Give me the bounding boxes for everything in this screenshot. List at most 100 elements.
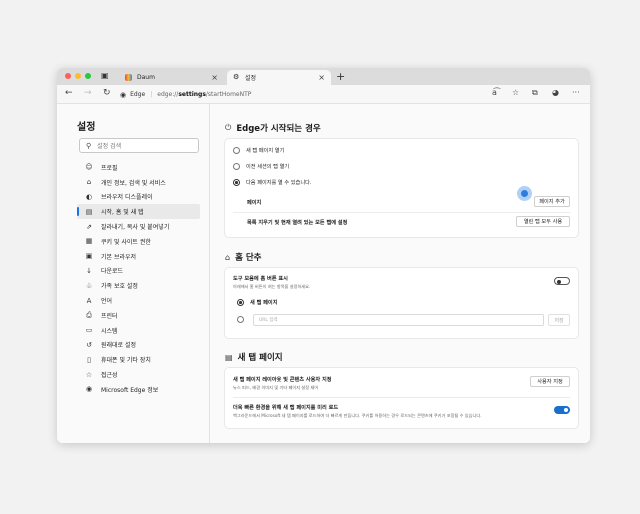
startup-option-newtab[interactable]: 새 탭 페이지 열기 <box>233 147 284 154</box>
sidebar-item-default-browser[interactable]: ▣ 기본 브라우저 <box>77 249 200 264</box>
url-text: edge://settings/startHomeNTP <box>157 91 252 98</box>
sidebar-item-accessibility[interactable]: ☆ 접근성 <box>77 367 200 382</box>
cookie-icon: ▦ <box>85 237 93 246</box>
radio-button[interactable] <box>237 316 244 323</box>
settings-main: ⏻ Edge가 시작되는 경우 새 탭 페이지 열기 이전 세션의 탭 열기 다음… <box>210 104 590 443</box>
browser-window: ▣ Daum × ⚙ 설정 × + ← → ↻ ◉ Edge | edge://… <box>57 68 590 443</box>
tab-bar: ▣ Daum × ⚙ 설정 × + <box>57 68 590 85</box>
sidebar-item-languages[interactable]: A 언어 <box>77 293 200 308</box>
collections-icon[interactable]: ⧉ <box>532 88 538 98</box>
settings-search-input[interactable]: ⚲ 설정 검색 <box>79 138 199 153</box>
preload-sub: 백그라운드에서 Microsoft 새 탭 페이지를 로드하여 더 빠르게 만듭… <box>233 413 482 418</box>
edge-icon: ◉ <box>85 385 93 394</box>
address-bar-row: ← → ↻ ◉ Edge | edge://settings/startHome… <box>57 85 590 104</box>
tab-actions-icon[interactable]: ▣ <box>101 71 113 81</box>
reset-icon: ↺ <box>86 340 92 349</box>
read-aloud-icon[interactable]: a͡ <box>492 88 497 97</box>
replace-pages-label: 목록 지우기 및 현재 열려 있는 모든 탭에 설정 <box>247 220 348 226</box>
tab-daum[interactable]: Daum × <box>119 70 224 85</box>
system-icon: ▭ <box>85 326 93 335</box>
home-option-newtab[interactable]: 새 탭 페이지 <box>237 299 277 306</box>
home-card: 도구 모음에 홈 버튼 표시 아래에서 홈 버튼이 여는 항목을 설정하세요. … <box>225 268 578 338</box>
sidebar-item-start-home-newtab[interactable]: ▤ 시작, 홈 및 새 탭 <box>77 204 200 220</box>
lock-icon: ⌂ <box>86 178 92 187</box>
daum-favicon-icon <box>125 74 132 81</box>
maximize-window-button[interactable] <box>85 73 91 79</box>
phone-icon: ▯ <box>87 355 91 364</box>
radio-button[interactable] <box>233 147 240 154</box>
sidebar-item-privacy[interactable]: ⌂ 개인 정보, 검색 및 서비스 <box>77 175 200 190</box>
forward-icon[interactable]: → <box>84 88 92 98</box>
address-bar[interactable]: ◉ Edge | edge://settings/startHomeNTP <box>120 88 500 101</box>
home-icon: ⌂ <box>225 252 231 262</box>
power-icon: ⏻ <box>225 123 232 132</box>
newtab-card: 새 탭 페이지 레이아웃 및 콘텐츠 사용자 지정 뉴스 피드, 배경 이미지 … <box>225 368 578 428</box>
minimize-window-button[interactable] <box>75 73 81 79</box>
profile-icon: ☺ <box>85 163 93 172</box>
sidebar-item-printers[interactable]: ⎙ 프린터 <box>77 308 200 323</box>
home-show-label: 도구 모음에 홈 버튼 표시 <box>233 276 288 282</box>
sidebar-nav: ☺ 프로필 ⌂ 개인 정보, 검색 및 서비스 ◐ 브라우저 디스플레이 ▤ 시작, 홈… <box>77 160 200 397</box>
newtab-customize-sub: 뉴스 피드, 배경 이미지 및 기타 페이지 설정 제어 <box>233 385 319 390</box>
newtab-icon: ▤ <box>225 352 233 362</box>
search-icon: ⚲ <box>86 141 92 150</box>
printer-icon: ⎙ <box>86 310 92 319</box>
favorites-icon[interactable]: ☆ <box>512 88 519 97</box>
startup-option-previous[interactable]: 이전 세션의 탭 열기 <box>233 163 289 170</box>
tab-label: 설정 <box>245 75 257 82</box>
sidebar-item-cookies[interactable]: ▦ 쿠키 및 사이트 권한 <box>77 234 200 249</box>
home-save-button[interactable]: 저장 <box>548 314 570 326</box>
default-browser-icon: ▣ <box>85 252 93 261</box>
site-name: Edge <box>130 91 146 98</box>
home-button-toggle[interactable] <box>554 277 570 285</box>
divider <box>233 212 570 213</box>
sidebar-item-share-copy-paste[interactable]: ⇗ 잘라내기, 복사 및 붙여넣기 <box>77 219 200 234</box>
preload-label: 더욱 빠른 환경을 위해 새 탭 페이지를 미리 로드 <box>233 405 339 411</box>
customize-button[interactable]: 사용자 지정 <box>530 376 570 387</box>
sidebar-item-system[interactable]: ▭ 시스템 <box>77 323 200 338</box>
newtab-customize-label: 새 탭 페이지 레이아웃 및 콘텐츠 사용자 지정 <box>233 377 332 383</box>
tab-settings[interactable]: ⚙ 설정 × <box>227 70 331 85</box>
radio-button-selected[interactable] <box>237 299 244 306</box>
profile-avatar-icon[interactable]: ◕ <box>552 88 559 97</box>
window-controls <box>65 73 91 79</box>
close-tab-icon[interactable]: × <box>318 73 325 82</box>
sidebar-item-phone[interactable]: ▯ 휴대폰 및 기타 장치 <box>77 352 200 367</box>
sidebar-item-profile[interactable]: ☺ 프로필 <box>77 160 200 175</box>
newtab-section-title: ▤ 새 탭 페이지 <box>225 352 283 364</box>
home-section-title: ⌂ 홈 단추 <box>225 252 262 264</box>
sidebar-title: 설정 <box>77 122 96 133</box>
search-placeholder: 설정 검색 <box>97 143 122 150</box>
refresh-icon[interactable]: ↻ <box>103 88 111 98</box>
click-indicator <box>517 186 532 201</box>
more-menu-icon[interactable]: ··· <box>572 88 580 97</box>
appearance-icon: ◐ <box>85 192 93 201</box>
sidebar-item-reset[interactable]: ↺ 원래대로 설정 <box>77 338 200 353</box>
startup-option-specific[interactable]: 다음 페이지를 열 수 있습니다. <box>233 179 312 186</box>
startup-section-title: ⏻ Edge가 시작되는 경우 <box>225 123 321 134</box>
use-open-tabs-button[interactable]: 열린 탭 모두 사용 <box>516 216 570 227</box>
edge-logo-icon: ◉ <box>120 90 127 99</box>
tab-label: Daum <box>137 74 155 81</box>
download-icon: ↓ <box>86 266 92 275</box>
radio-button-selected[interactable] <box>233 179 240 186</box>
add-page-button[interactable]: 페이지 추가 <box>534 196 570 207</box>
preload-toggle[interactable] <box>554 406 570 414</box>
sidebar-item-family[interactable]: ♧ 가족 보호 설정 <box>77 278 200 293</box>
address-divider: | <box>150 91 153 98</box>
back-icon[interactable]: ← <box>65 88 73 98</box>
sidebar-item-about-edge[interactable]: ◉ Microsoft Edge 정보 <box>77 382 200 397</box>
close-window-button[interactable] <box>65 73 71 79</box>
home-show-sub: 아래에서 홈 버튼이 여는 항목을 설정하세요. <box>233 284 311 289</box>
sidebar-item-downloads[interactable]: ↓ 다운로드 <box>77 264 200 279</box>
home-option-url[interactable] <box>237 316 250 323</box>
close-tab-icon[interactable]: × <box>211 73 218 82</box>
new-tab-button[interactable]: + <box>336 70 345 83</box>
sidebar-item-appearance[interactable]: ◐ 브라우저 디스플레이 <box>77 190 200 205</box>
radio-button[interactable] <box>233 163 240 170</box>
share-icon: ⇗ <box>86 222 92 231</box>
settings-sidebar: 설정 ⚲ 설정 검색 ☺ 프로필 ⌂ 개인 정보, 검색 및 서비스 ◐ 브라우저 디… <box>57 104 210 443</box>
language-icon: A <box>86 296 92 305</box>
home-url-input[interactable]: URL 입력 <box>253 314 544 326</box>
gear-icon: ⚙ <box>233 73 240 81</box>
